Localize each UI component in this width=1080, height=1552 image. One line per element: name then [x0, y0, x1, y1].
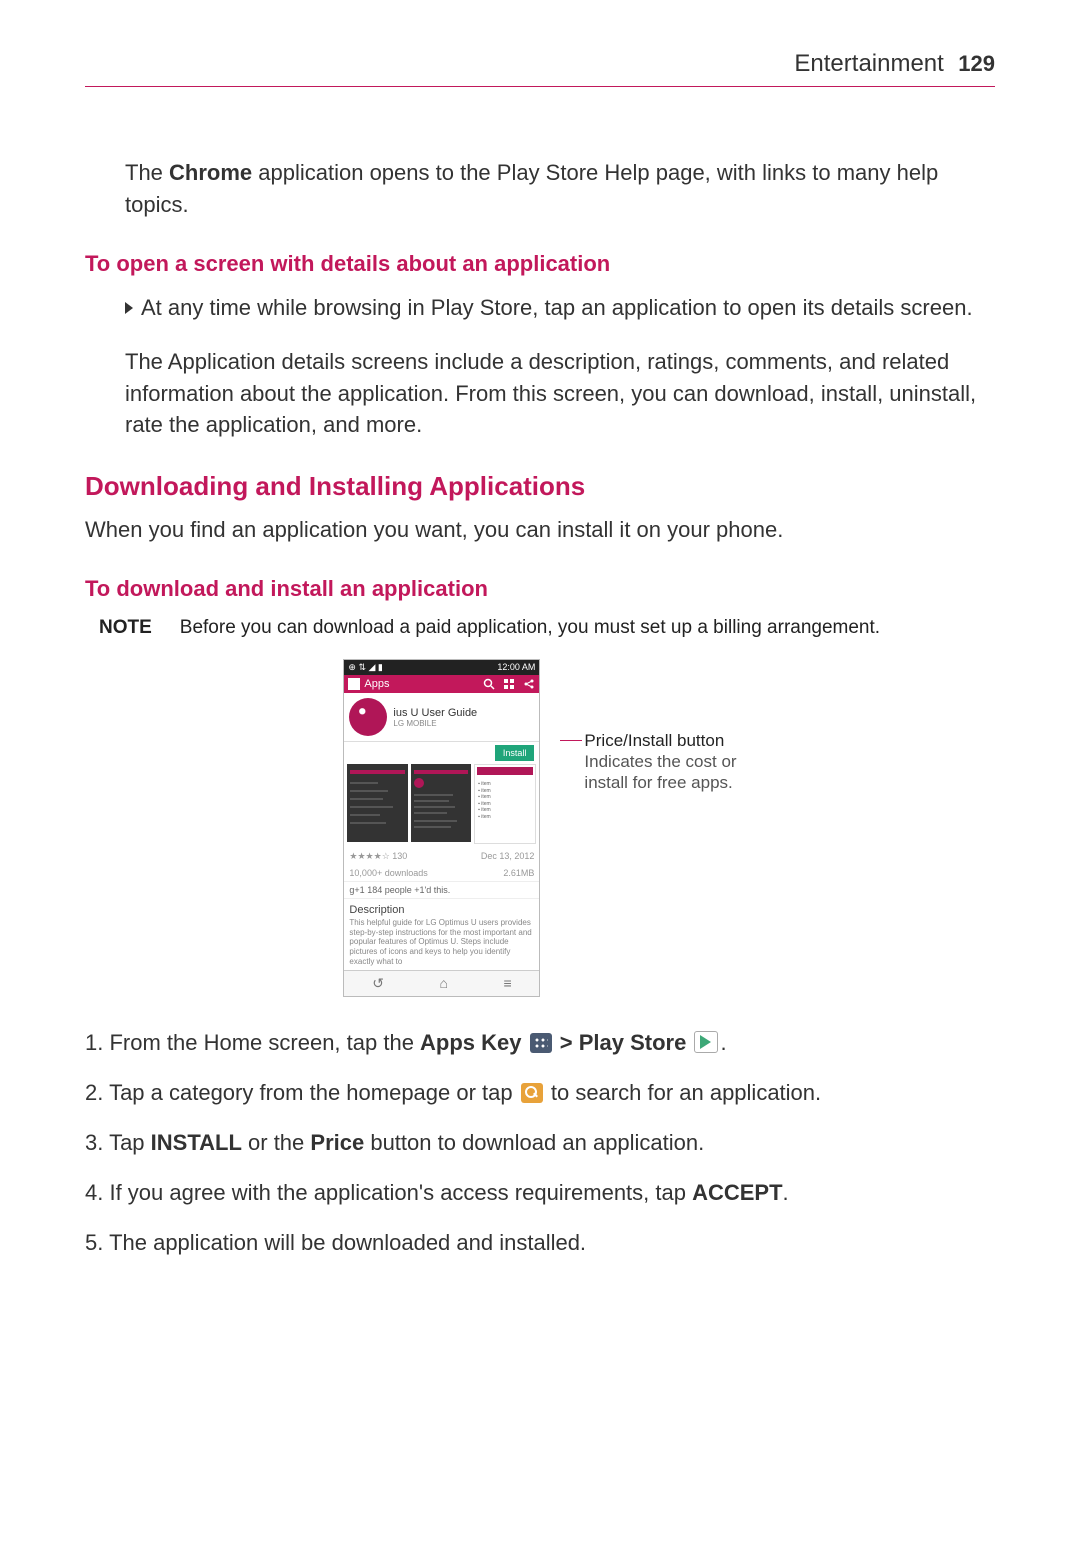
section-title: Entertainment [794, 50, 943, 77]
step-1: 1. From the Home screen, tap the Apps Ke… [85, 1027, 995, 1059]
downloading-paragraph: When you find an application you want, y… [85, 514, 995, 546]
play-store-header: Apps [344, 675, 539, 693]
bullet-open-details: At any time while browsing in Play Store… [125, 292, 995, 324]
text: The [125, 160, 169, 185]
subheading-open-details: To open a screen with details about an a… [85, 251, 995, 277]
screenshot-thumbs: ▪ item▪ item▪ item▪ item▪ item▪ item [344, 764, 539, 848]
lg-logo-icon [349, 698, 387, 736]
heading-downloading: Downloading and Installing Applications [85, 471, 995, 502]
chrome-word: Chrome [169, 160, 252, 185]
nav-bar: ↺ ⌂ ≡ [344, 970, 539, 996]
callout-leader-line [560, 740, 582, 741]
accept-word: ACCEPT [692, 1180, 782, 1205]
shop-icon [348, 678, 360, 690]
apps-key-label: Apps Key [420, 1030, 521, 1055]
price-word: Price [310, 1130, 364, 1155]
thumb-2 [411, 764, 471, 842]
date: Dec 13, 2012 [481, 851, 535, 862]
open-details-paragraph: The Application details screens include … [125, 346, 995, 442]
note-label: NOTE [99, 617, 152, 639]
callout-sub1: Indicates the cost or [584, 751, 736, 772]
install-word: INSTALL [151, 1130, 242, 1155]
intro-paragraph: The Chrome application opens to the Play… [125, 157, 995, 221]
text: or the [242, 1130, 310, 1155]
play-store-icon [694, 1031, 718, 1053]
bullet-text: At any time while browsing in Play Store… [141, 295, 973, 320]
text: 3. Tap [85, 1130, 151, 1155]
manual-page: Entertainment 129 The Chrome application… [0, 0, 1080, 1552]
stars: ★★★★☆ 130 [349, 851, 407, 862]
install-button[interactable]: Install [495, 745, 535, 761]
note-text: Before you can download a paid applicati… [180, 617, 880, 639]
note-row: NOTE Before you can download a paid appl… [99, 617, 995, 639]
size: 2.61MB [503, 868, 534, 878]
back-icon: ↺ [372, 975, 384, 992]
downloads: 10,000+ downloads [349, 868, 427, 878]
app-publisher: LG MOBILE [393, 719, 534, 728]
triangle-bullet-icon [125, 302, 133, 314]
callout-sub2: install for free apps. [584, 772, 736, 793]
step-4: 4. If you agree with the application's a… [85, 1177, 995, 1209]
status-icons: ⊕ ⇅ ◢ ▮ [348, 662, 382, 673]
share-icon [523, 678, 535, 690]
text: . [720, 1030, 726, 1055]
home-icon: ⌂ [439, 975, 447, 992]
callout: Price/Install button Indicates the cost … [560, 731, 736, 794]
description-body: This helpful guide for LG Optimus U user… [344, 918, 539, 970]
search-icon [483, 678, 495, 690]
thumb-3: ▪ item▪ item▪ item▪ item▪ item▪ item [474, 764, 536, 844]
text: button to download an application. [364, 1130, 704, 1155]
menu-icon: ≡ [503, 975, 511, 992]
phone-screenshot: ⊕ ⇅ ◢ ▮ 12:00 AM Apps i [343, 659, 540, 997]
status-bar: ⊕ ⇅ ◢ ▮ 12:00 AM [344, 660, 539, 675]
step-5: 5. The application will be downloaded an… [85, 1227, 995, 1259]
gplus-row: g+1 184 people +1'd this. [344, 881, 539, 899]
app-title-row: ius U User Guide LG MOBILE [344, 693, 539, 742]
figure-area: ⊕ ⇅ ◢ ▮ 12:00 AM Apps i [85, 659, 995, 997]
subheading-install: To download and install an application [85, 576, 995, 602]
text: 2. Tap a category from the homepage or t… [85, 1080, 519, 1105]
text: . [783, 1180, 789, 1205]
downloads-row: 10,000+ downloads 2.61MB [344, 865, 539, 881]
callout-title: Price/Install button [584, 731, 724, 750]
text: to search for an application. [545, 1080, 821, 1105]
status-time: 12:00 AM [497, 662, 535, 673]
page-header: Entertainment 129 [85, 50, 995, 87]
page-number: 129 [958, 51, 995, 76]
apps-label: Apps [364, 678, 389, 690]
rating-row: ★★★★☆ 130 Dec 13, 2012 [344, 848, 539, 865]
apps-key-icon [530, 1033, 552, 1053]
thumb-1 [347, 764, 407, 842]
search-icon [521, 1083, 543, 1103]
step-list: 1. From the Home screen, tap the Apps Ke… [85, 1027, 995, 1258]
grid-icon [503, 678, 515, 690]
app-title: ius U User Guide [393, 707, 534, 719]
install-row: Install [344, 742, 539, 764]
step-3: 3. Tap INSTALL or the Price button to do… [85, 1127, 995, 1159]
text: 4. If you agree with the application's a… [85, 1180, 692, 1205]
description-heading: Description [344, 899, 539, 918]
gt: > [554, 1030, 579, 1055]
text: 1. From the Home screen, tap the [85, 1030, 420, 1055]
step-2: 2. Tap a category from the homepage or t… [85, 1077, 995, 1109]
play-store-label: Play Store [579, 1030, 687, 1055]
